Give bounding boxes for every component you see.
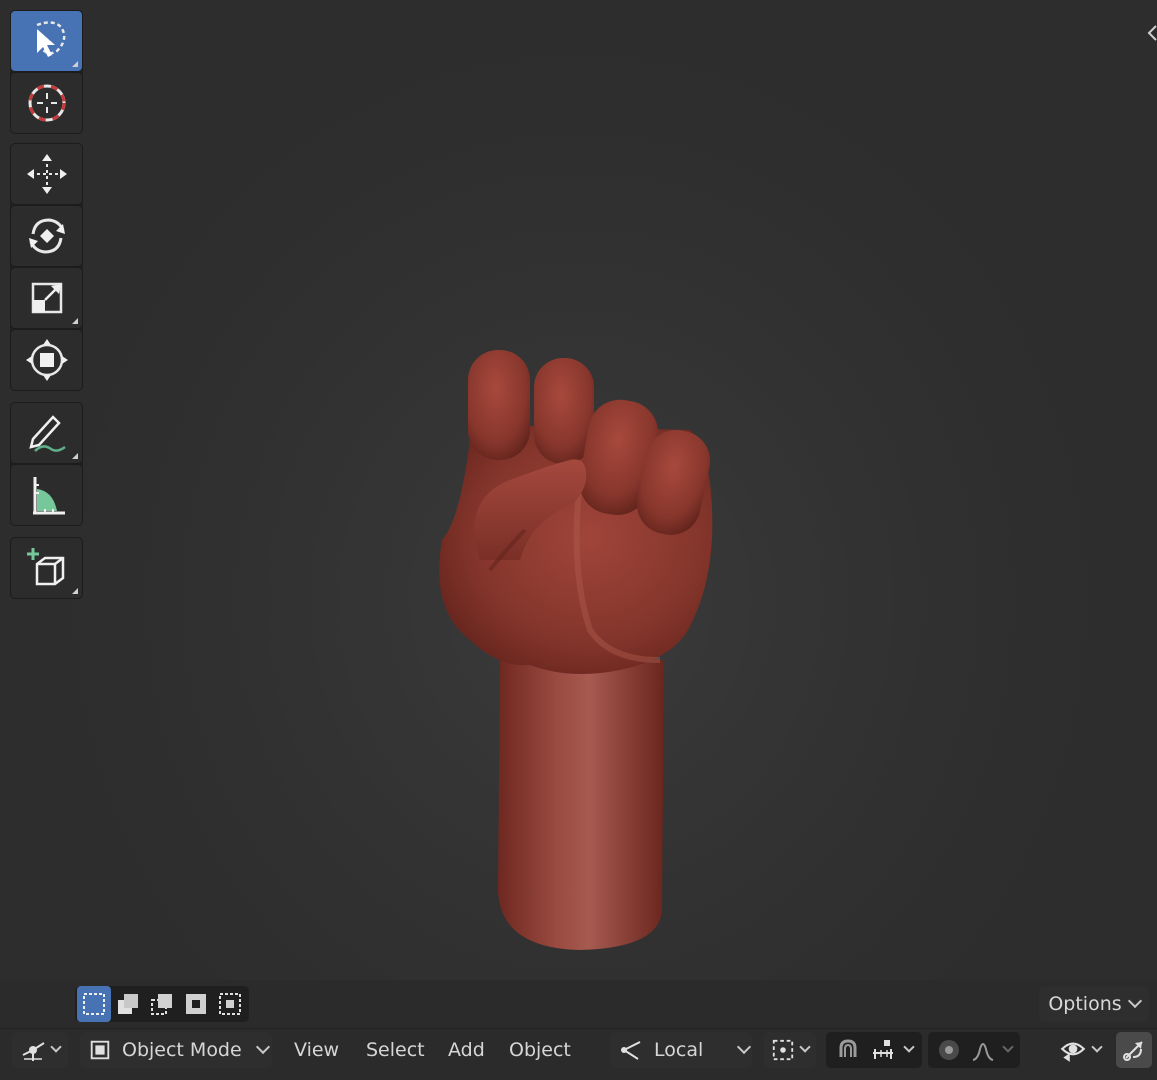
chevron-down-icon[interactable]: [903, 1041, 915, 1053]
tool-cursor-button[interactable]: [10, 72, 83, 134]
tool-measure-button[interactable]: [10, 464, 83, 526]
snapping-group: [826, 1032, 922, 1068]
pivot-point-dropdown[interactable]: [764, 1032, 816, 1068]
menu-add-label: Add: [448, 1039, 485, 1061]
toolbar-add-group: [10, 537, 83, 599]
snap-magnet-icon[interactable]: [835, 1037, 861, 1063]
select-new-button[interactable]: [77, 986, 111, 1022]
object-visibility-dropdown[interactable]: [1052, 1032, 1108, 1068]
scale-icon: [31, 282, 62, 314]
tool-transform-button[interactable]: [10, 329, 83, 391]
chevron-down-icon: [799, 1041, 811, 1053]
menu-view[interactable]: View: [294, 1032, 339, 1068]
chevron-down-icon[interactable]: [1002, 1041, 1014, 1053]
hand-fist-model[interactable]: [420, 330, 740, 970]
object-mode-label: Object Mode: [122, 1039, 242, 1061]
select-box-icon: [36, 21, 65, 57]
rotate-icon: [28, 218, 65, 254]
select-intersect-icon: [219, 993, 241, 1015]
options-label: Options: [1048, 993, 1122, 1015]
3d-viewport[interactable]: [0, 0, 1157, 980]
transform-orientation-icon: [621, 1041, 641, 1060]
chevron-down-icon: [1091, 1041, 1103, 1053]
cursor-icon: [28, 84, 65, 122]
select-subtract-icon: [151, 994, 172, 1015]
tool-scale-button[interactable]: [10, 267, 83, 329]
menu-select-label: Select: [366, 1039, 425, 1061]
measure-ruler-icon: [32, 477, 65, 515]
object-mode-dropdown[interactable]: Object Mode: [80, 1032, 272, 1068]
menu-object-label: Object: [509, 1039, 571, 1061]
tool-select-box-button[interactable]: [10, 10, 83, 72]
annotate-pencil-icon: [28, 415, 66, 452]
menu-add[interactable]: Add: [448, 1032, 485, 1068]
select-extend-button[interactable]: [111, 986, 145, 1022]
toolbar-transform-group: [10, 143, 83, 391]
proportional-editing-group: [928, 1032, 1020, 1068]
chevron-down-icon: [50, 1041, 62, 1053]
options-dropdown[interactable]: Options: [1039, 986, 1149, 1022]
sidebar-toggle-icon[interactable]: [1147, 22, 1157, 44]
tool-rotate-button[interactable]: [10, 205, 83, 267]
pivot-point-icon: [772, 1039, 794, 1061]
chevron-down-icon: [1127, 993, 1142, 1009]
object-mode-icon: [90, 1040, 110, 1060]
selection-mode-group: [75, 986, 249, 1022]
visibility-eye-icon: [1060, 1042, 1086, 1062]
gizmo-toggle-button[interactable]: [1116, 1032, 1152, 1068]
select-subtract-button[interactable]: [145, 986, 179, 1022]
menu-select[interactable]: Select: [366, 1032, 425, 1068]
chevron-down-icon: [255, 1039, 270, 1055]
toolbar-select-group: [10, 10, 83, 134]
gizmo-icon: [1123, 1041, 1143, 1061]
select-difference-button[interactable]: [179, 986, 213, 1022]
select-extend-icon: [118, 994, 138, 1014]
move-arrows-icon: [26, 154, 67, 194]
tool-annotate-button[interactable]: [10, 402, 83, 464]
add-cube-icon: [26, 548, 64, 586]
transform-icon: [25, 339, 68, 381]
menu-view-label: View: [294, 1039, 340, 1061]
falloff-curve-icon[interactable]: [970, 1037, 996, 1063]
blender-3d-viewport-window: Options Object Mode View Select Add Obje…: [0, 0, 1157, 1080]
editor-type-dropdown[interactable]: [12, 1032, 68, 1068]
tool-add-cube-button[interactable]: [10, 537, 83, 599]
select-intersect-button[interactable]: [213, 986, 247, 1022]
transform-orientation-dropdown[interactable]: Local: [610, 1032, 752, 1068]
transform-orientation-label: Local: [654, 1039, 704, 1061]
menu-object[interactable]: Object: [509, 1032, 571, 1068]
proportional-editing-icon[interactable]: [936, 1037, 962, 1063]
select-new-icon: [83, 993, 105, 1015]
snap-increment-icon[interactable]: [870, 1037, 896, 1063]
chevron-down-icon: [737, 1039, 752, 1055]
3d-viewport-editor-icon: [22, 1042, 45, 1061]
select-difference-icon: [186, 994, 206, 1014]
toolbar-annotate-group: [10, 402, 83, 526]
tool-move-button[interactable]: [10, 143, 83, 205]
